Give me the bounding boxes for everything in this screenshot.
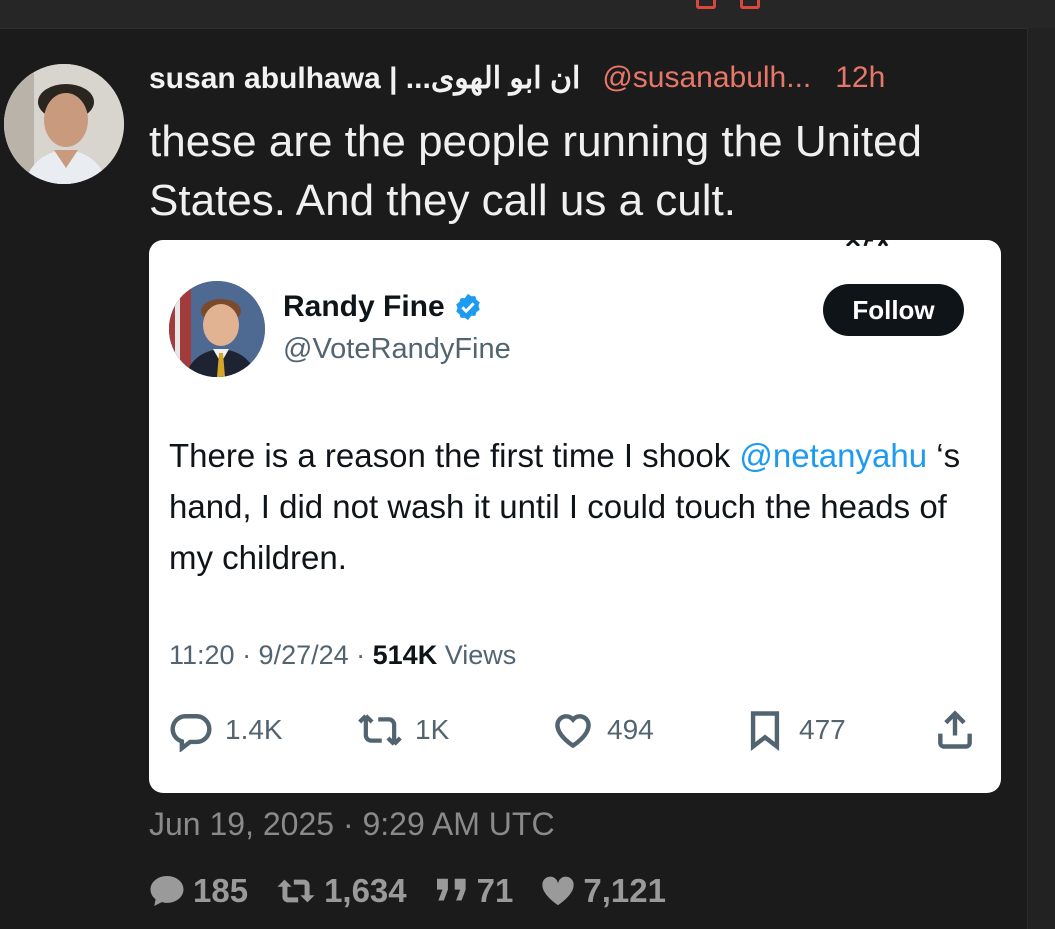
- reply-icon: [170, 714, 212, 752]
- quote-icon: [436, 878, 466, 901]
- bookmark-icon: [750, 711, 780, 751]
- quote-count: 71: [476, 872, 514, 909]
- quoted-reply: 1.4K: [169, 708, 283, 752]
- quoted-timestamp: 11:20 · 9/27/24 ·: [169, 640, 373, 670]
- views-count: 514K: [372, 640, 438, 670]
- quoted-text: There is a reason the first time I shook…: [169, 430, 989, 583]
- top-bar: [0, 0, 1055, 29]
- quote-stat[interactable]: 71: [435, 872, 514, 910]
- quoted-like-count: 494: [607, 714, 654, 745]
- quoted-share: [933, 708, 977, 752]
- post-header: susan abulhawa | ...ان ابو الهوى @susana…: [149, 58, 1004, 98]
- post-time[interactable]: 12h: [835, 61, 885, 95]
- author-name[interactable]: susan abulhawa | ...ان ابو الهوى: [149, 61, 580, 96]
- verified-icon: [455, 293, 480, 321]
- reply-stat[interactable]: 185: [149, 872, 248, 910]
- repost-icon: [277, 879, 315, 903]
- like-stat[interactable]: 7,121: [541, 872, 666, 910]
- quoted-reply-count: 1.4K: [225, 714, 283, 745]
- repost-count: 1,634: [324, 872, 407, 909]
- quoted-repost-count: 1K: [415, 714, 450, 745]
- post-date[interactable]: Jun 19, 2025 · 9:29 AM UTC: [149, 806, 555, 843]
- like-count: 7,121: [583, 872, 666, 909]
- quoted-bookmark-count: 477: [799, 714, 846, 745]
- repost-icon: [358, 714, 402, 746]
- author-handle[interactable]: @susanabulh...: [602, 61, 811, 95]
- quoted-avatar-image: [169, 281, 265, 377]
- quoted-tweet-image[interactable]: Randy Fine @VoteRandyFine Follow There i…: [149, 240, 1001, 793]
- post-text: these are the people running the United …: [149, 117, 923, 225]
- quoted-meta: 11:20 · 9/27/24 · 514K Views: [169, 640, 516, 671]
- nav-icon-fragment: [740, 0, 760, 9]
- nav-icon-fragment: [696, 0, 716, 9]
- reply-count: 185: [193, 872, 249, 909]
- quoted-name-row: Randy Fine: [283, 290, 483, 324]
- share-icon: [938, 710, 972, 749]
- quoted-handle: @VoteRandyFine: [283, 333, 511, 365]
- quoted-avatar: [169, 281, 265, 377]
- heart-icon: [542, 876, 575, 906]
- author-avatar[interactable]: [4, 64, 124, 184]
- quoted-bookmark: 477: [743, 708, 846, 752]
- views-label: Views: [437, 640, 517, 670]
- comment-icon: [150, 876, 184, 906]
- cropped-header-glyph: [845, 240, 889, 246]
- post-stats: 185 1,634 71 7,121: [149, 870, 694, 912]
- quoted-repost: 1K: [357, 708, 449, 752]
- mention-link: @netanyahu: [739, 437, 928, 474]
- quoted-name: Randy Fine: [283, 290, 445, 323]
- quoted-text-before: There is a reason the first time I shook: [169, 437, 740, 474]
- scrollbar[interactable]: [1027, 28, 1055, 929]
- like-icon: [555, 714, 591, 749]
- repost-stat[interactable]: 1,634: [276, 872, 407, 910]
- quoted-actions: 1.4K 1K 494 477: [169, 708, 979, 752]
- author-avatar-image: [4, 64, 124, 184]
- follow-button: Follow: [823, 284, 964, 336]
- quoted-like: 494: [551, 708, 654, 752]
